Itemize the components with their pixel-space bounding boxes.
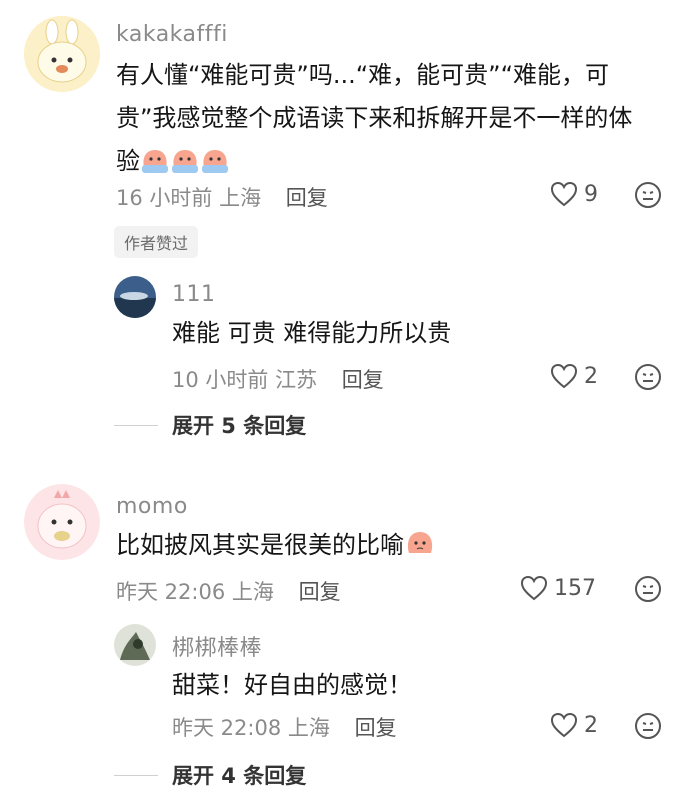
comment-location: 上海 bbox=[219, 186, 262, 210]
avatar-momo[interactable] bbox=[24, 484, 100, 560]
like-button[interactable]: 2 bbox=[550, 712, 598, 738]
expand-label: 展开 5 条回复 bbox=[172, 414, 307, 438]
dislike-button[interactable] bbox=[634, 363, 662, 395]
reply-button[interactable]: 回复 bbox=[299, 580, 341, 604]
comment-text-line: 验 bbox=[116, 147, 140, 175]
comment-text-with-emoji: 比如披风其实是很美的比喻 bbox=[116, 524, 436, 573]
comment-text-line: 贵”我感觉整个成语读下来和拆解开是不一样的体 bbox=[116, 104, 633, 132]
dislike-button[interactable] bbox=[634, 712, 662, 744]
reply-text: 难能 可贵 难得能力所以贵 bbox=[172, 319, 452, 347]
like-count: 2 bbox=[584, 712, 598, 738]
meh-face-icon bbox=[635, 576, 661, 602]
author-liked-badge: 作者赞过 bbox=[114, 226, 199, 258]
avatar-bangbangbangbang[interactable] bbox=[114, 624, 156, 666]
comment-text: 有人懂“难能可贵”吗...“难，能可贵”“难能，可 贵”我感觉整个成语读下来和拆… bbox=[116, 54, 656, 189]
meh-face-icon bbox=[635, 713, 661, 739]
like-count: 157 bbox=[554, 575, 596, 601]
avatar-111[interactable] bbox=[114, 276, 156, 318]
like-count: 2 bbox=[584, 363, 598, 389]
reply-username[interactable]: 梆梆棒棒 bbox=[172, 630, 262, 662]
like-button[interactable]: 157 bbox=[520, 575, 596, 601]
dislike-button[interactable] bbox=[634, 181, 662, 213]
comment-text-line: 有人懂“难能可贵”吗...“难，能可贵”“难能，可 bbox=[116, 61, 610, 89]
meh-face-icon bbox=[635, 182, 661, 208]
like-count: 9 bbox=[584, 181, 598, 207]
reply-meta: 10 小时前 江苏 回复 bbox=[172, 364, 384, 394]
reply-button[interactable]: 回复 bbox=[355, 716, 397, 740]
reply-location: 江苏 bbox=[275, 368, 318, 392]
reply-time: 10 小时前 bbox=[172, 368, 269, 392]
reply-button[interactable]: 回复 bbox=[342, 368, 384, 392]
dislike-button[interactable] bbox=[634, 575, 662, 607]
like-button[interactable]: 9 bbox=[550, 181, 598, 207]
reply-time: 昨天 22:08 bbox=[172, 716, 282, 740]
reply-button[interactable]: 回复 bbox=[286, 186, 328, 210]
comment-username[interactable]: momo bbox=[116, 494, 188, 519]
heart-outline-icon bbox=[550, 363, 578, 389]
expand-divider bbox=[114, 774, 158, 776]
reply-meta: 昨天 22:08 上海 回复 bbox=[172, 712, 397, 742]
expand-divider bbox=[114, 424, 158, 426]
reply-location: 上海 bbox=[287, 716, 330, 740]
comment-text: 比如披风其实是很美的比喻 bbox=[116, 531, 404, 559]
expand-replies-button[interactable]: 展开 5 条回复 bbox=[114, 410, 306, 440]
heart-outline-icon bbox=[550, 712, 578, 738]
reply-username[interactable]: 111 bbox=[172, 282, 216, 307]
comment-meta: 昨天 22:06 上海 回复 bbox=[116, 576, 341, 606]
heart-outline-icon bbox=[520, 575, 548, 601]
expand-label: 展开 4 条回复 bbox=[172, 764, 307, 788]
expand-replies-button[interactable]: 展开 4 条回复 bbox=[114, 760, 306, 790]
heart-outline-icon bbox=[550, 181, 578, 207]
comment-time: 昨天 22:06 bbox=[116, 580, 226, 604]
reply-text: 甜菜！好自由的感觉！ bbox=[172, 671, 412, 699]
comment-meta: 16 小时前 上海 回复 bbox=[116, 182, 328, 212]
avatar-kakakafffi[interactable] bbox=[24, 16, 100, 92]
like-button[interactable]: 2 bbox=[550, 363, 598, 389]
comment-time: 16 小时前 bbox=[116, 186, 213, 210]
peach-crying-emoji bbox=[404, 529, 436, 573]
comment-location: 上海 bbox=[231, 580, 274, 604]
meh-face-icon bbox=[635, 364, 661, 390]
comment-username[interactable]: kakakafffi bbox=[116, 22, 228, 47]
